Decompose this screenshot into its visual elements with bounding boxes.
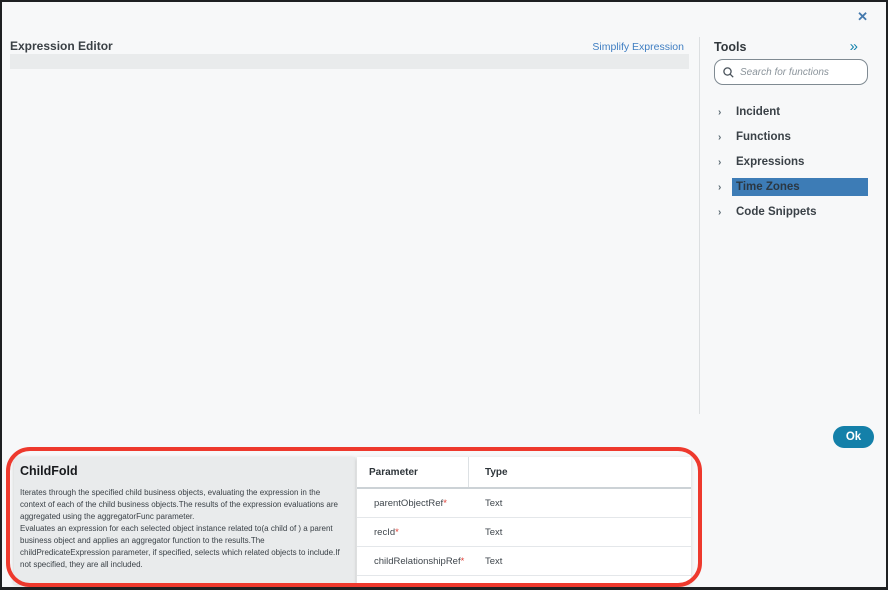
simplify-expression-link[interactable]: Simplify Expression bbox=[592, 41, 684, 53]
tree-item-label: Code Snippets bbox=[732, 203, 868, 221]
tree-item-expressions[interactable]: ›Expressions bbox=[718, 152, 868, 172]
required-marker: * bbox=[461, 556, 465, 567]
parameter-name-cell: recId* bbox=[357, 527, 469, 538]
function-name: ChildFold bbox=[20, 464, 346, 478]
search-box[interactable] bbox=[714, 59, 868, 85]
parameter-name-cell: parentObjectRef* bbox=[357, 498, 469, 509]
tree-item-label: Expressions bbox=[732, 153, 868, 171]
column-header-parameter: Parameter bbox=[357, 457, 469, 487]
ok-button[interactable]: Ok bbox=[833, 426, 874, 448]
function-description: Iterates through the specified child bus… bbox=[20, 487, 346, 571]
tools-tree: ›Incident›Functions›Expressions›Time Zon… bbox=[718, 102, 868, 227]
chevron-right-icon[interactable]: › bbox=[718, 157, 732, 168]
function-description-panel: ChildFold Iterates through the specified… bbox=[14, 457, 355, 584]
parameter-row: parentObjectRef*Text bbox=[357, 489, 691, 518]
chevron-right-icon[interactable]: › bbox=[718, 107, 732, 118]
search-input[interactable] bbox=[740, 67, 859, 78]
description-paragraph: Evaluates an expression for each selecte… bbox=[20, 523, 346, 571]
search-icon bbox=[723, 67, 734, 78]
parameter-table-header: Parameter Type bbox=[357, 457, 691, 489]
expression-editor-dialog: ✕ Expression Editor Simplify Expression … bbox=[0, 0, 888, 590]
close-icon[interactable]: ✕ bbox=[857, 9, 868, 25]
tree-item-functions[interactable]: ›Functions bbox=[718, 127, 868, 147]
parameter-table: Parameter Type parentObjectRef*TextrecId… bbox=[357, 457, 691, 584]
required-marker: * bbox=[395, 527, 399, 538]
tools-panel-title: Tools bbox=[714, 40, 746, 54]
chevron-right-icon[interactable]: › bbox=[718, 132, 732, 143]
tree-item-code-snippets[interactable]: ›Code Snippets bbox=[718, 202, 868, 222]
collapse-panel-icon[interactable]: » bbox=[850, 38, 858, 55]
tree-item-incident[interactable]: ›Incident bbox=[718, 102, 868, 122]
parameter-row: childRelationshipRef*Text bbox=[357, 547, 691, 576]
tree-item-label: Time Zones bbox=[732, 178, 868, 196]
parameter-type-cell: Text bbox=[469, 556, 502, 567]
tree-item-time-zones[interactable]: ›Time Zones bbox=[718, 177, 868, 197]
description-paragraph: Iterates through the specified child bus… bbox=[20, 487, 346, 523]
tree-item-label: Incident bbox=[732, 103, 868, 121]
parameter-row: recId*Text bbox=[357, 518, 691, 547]
column-header-type: Type bbox=[469, 457, 508, 487]
chevron-right-icon[interactable]: › bbox=[718, 207, 732, 218]
parameter-type-cell: Text bbox=[469, 498, 502, 509]
required-marker: * bbox=[443, 498, 447, 509]
parameter-name-cell: childRelationshipRef* bbox=[357, 556, 469, 567]
page-title: Expression Editor bbox=[10, 39, 113, 53]
panel-divider bbox=[699, 37, 700, 414]
parameter-type-cell: Text bbox=[469, 527, 502, 538]
tree-item-label: Functions bbox=[732, 128, 868, 146]
chevron-right-icon[interactable]: › bbox=[718, 182, 732, 193]
expression-input[interactable]: $(ChildFold(parentObjectRef, recId, chil… bbox=[10, 54, 689, 69]
